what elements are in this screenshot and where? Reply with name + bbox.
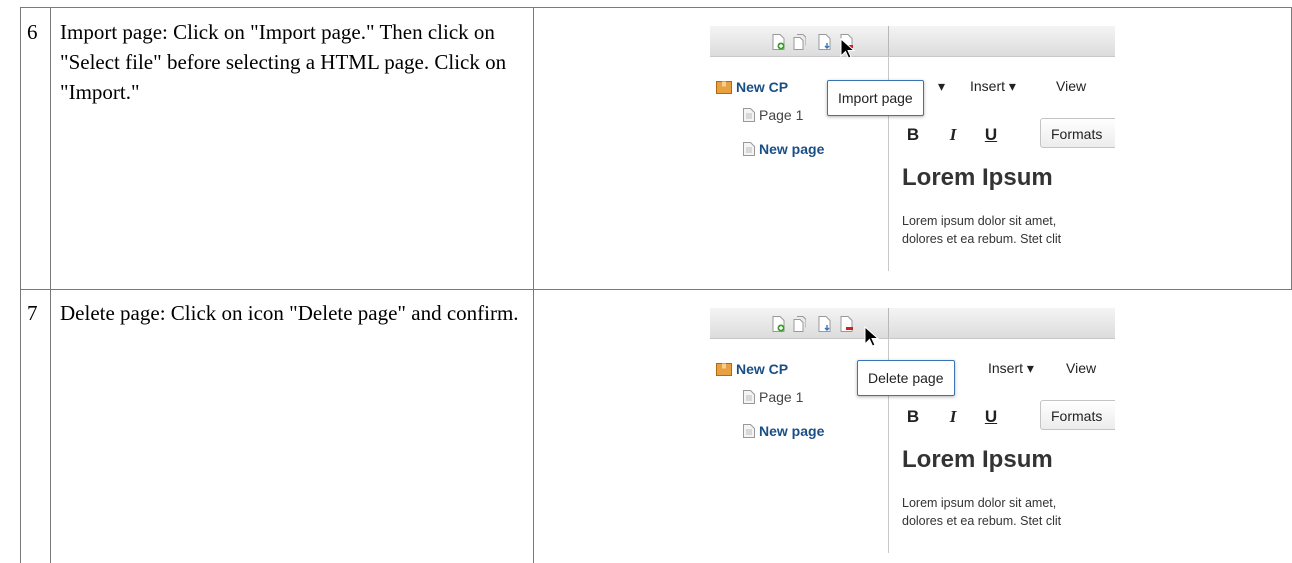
italic-button[interactable]: I — [938, 403, 968, 431]
package-icon — [716, 81, 732, 94]
menu-edit-arrow[interactable]: ▾ — [938, 78, 945, 95]
editor-line: dolores et ea rebum. Stet clit — [902, 232, 1062, 246]
toolbar-separator — [888, 26, 889, 56]
editor-body[interactable]: Lorem ipsum dolor sit amet, dolores et e… — [902, 212, 1061, 248]
page-icon — [743, 390, 755, 404]
screenshot-import-page: New CP Page 1 New page ▾ Insert ▾ View B… — [710, 26, 1115, 271]
editor-line: dolores et ea rebum. Stet clit — [902, 514, 1062, 528]
table-row-divider — [20, 289, 1292, 290]
delete-page-icon[interactable] — [840, 316, 853, 332]
menu-insert[interactable]: Insert ▾ — [988, 360, 1034, 377]
menu-view[interactable]: View — [1066, 360, 1096, 376]
tree-item-new-page[interactable]: New page — [743, 423, 824, 439]
copy-page-icon[interactable] — [793, 316, 806, 332]
step-number: 7 — [27, 301, 38, 325]
tooltip-delete-page: Delete page — [857, 360, 955, 396]
underline-button[interactable]: U — [976, 121, 1006, 149]
menu-insert[interactable]: Insert ▾ — [970, 78, 1016, 95]
editor-line: Lorem ipsum dolor sit amet, — [902, 496, 1057, 510]
page-icon — [743, 108, 755, 122]
mouse-cursor-icon — [840, 38, 856, 59]
tree-item-label: Page 1 — [759, 389, 804, 405]
tree-root-label: New CP — [736, 361, 789, 377]
menu-view[interactable]: View — [1056, 78, 1086, 94]
table-col-divider-1 — [50, 7, 51, 563]
formats-dropdown[interactable]: Formats — [1040, 400, 1115, 430]
italic-button[interactable]: I — [938, 121, 968, 149]
table-left-border — [20, 7, 21, 563]
tree-item-label: New page — [759, 141, 825, 157]
toolbar — [710, 308, 1115, 339]
tooltip-import-page: Import page — [827, 80, 924, 116]
toolbar — [710, 26, 1115, 57]
tree-item-new-page[interactable]: New page — [743, 141, 824, 157]
step-number: 6 — [27, 20, 38, 44]
toolbar-separator — [888, 308, 889, 338]
formats-dropdown[interactable]: Formats — [1040, 118, 1115, 148]
tree-item-label: New page — [759, 423, 825, 439]
chevron-down-icon: ▾ — [938, 78, 946, 94]
import-page-icon[interactable] — [818, 34, 831, 50]
table-top-border — [20, 7, 1292, 8]
package-icon — [716, 363, 732, 376]
tree-root[interactable]: New CP — [716, 361, 788, 377]
underline-button[interactable]: U — [976, 403, 1006, 431]
editor-body[interactable]: Lorem ipsum dolor sit amet, dolores et e… — [902, 494, 1061, 530]
add-page-icon[interactable] — [772, 34, 785, 50]
tree-item-page-1[interactable]: Page 1 — [743, 389, 803, 405]
step-description: Import page: Click on "Import page." The… — [60, 20, 507, 104]
tree-item-label: Page 1 — [759, 107, 804, 123]
bold-button[interactable]: B — [898, 403, 928, 431]
copy-page-icon[interactable] — [793, 34, 806, 50]
tree-root-label: New CP — [736, 79, 789, 95]
table-col-divider-2 — [533, 7, 534, 563]
editor-heading[interactable]: Lorem Ipsum — [902, 446, 1053, 474]
bold-button[interactable]: B — [898, 121, 928, 149]
screenshot-delete-page: New CP Page 1 New page Insert ▾ View B I… — [710, 308, 1115, 553]
import-page-icon[interactable] — [818, 316, 831, 332]
tree-root[interactable]: New CP — [716, 79, 788, 95]
tree-item-page-1[interactable]: Page 1 — [743, 107, 803, 123]
editor-line: Lorem ipsum dolor sit amet, — [902, 214, 1057, 228]
mouse-cursor-icon — [864, 326, 880, 347]
step-description: Delete page: Click on icon "Delete page"… — [60, 301, 519, 325]
add-page-icon[interactable] — [772, 316, 785, 332]
page-icon — [743, 424, 755, 438]
page-icon — [743, 142, 755, 156]
editor-heading[interactable]: Lorem Ipsum — [902, 164, 1053, 192]
